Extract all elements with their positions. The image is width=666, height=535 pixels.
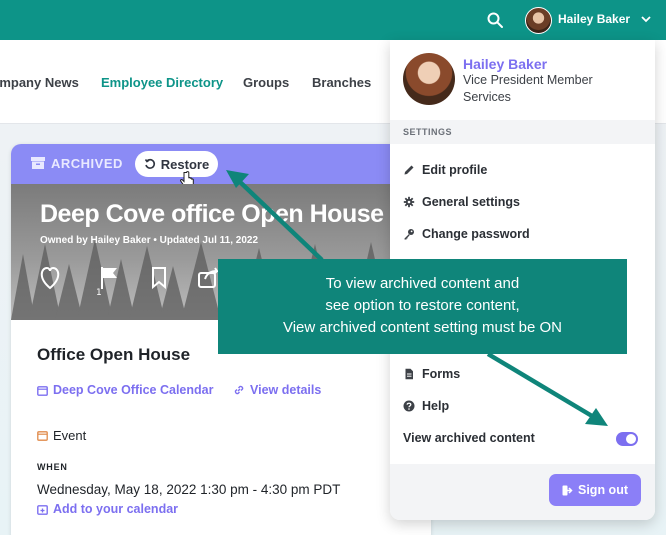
calendar-link-label: Deep Cove Office Calendar — [53, 383, 214, 397]
event-title: Office Open House — [37, 345, 191, 364]
menu-item-view-archived: View archived content — [403, 431, 535, 445]
profile-role: Vice President Member Services — [463, 73, 593, 104]
flag-icon[interactable] — [101, 267, 117, 289]
toggle-knob — [626, 434, 636, 444]
menu-item-label: Edit profile — [422, 163, 488, 177]
gear-icon — [403, 196, 415, 208]
heart-icon[interactable] — [40, 266, 60, 290]
user-menu-name[interactable]: Hailey Baker — [558, 12, 630, 26]
view-details-link[interactable]: View details — [233, 383, 321, 397]
calendar-icon — [37, 431, 48, 441]
avatar[interactable] — [525, 7, 552, 34]
restore-icon — [144, 158, 155, 169]
key-icon — [404, 229, 414, 240]
menu-item-label: View archived content — [403, 431, 535, 445]
view-archived-toggle[interactable] — [616, 432, 638, 446]
nav-item-employee-directory[interactable]: Employee Directory — [101, 75, 223, 90]
callout-line-2: see option to restore content, — [325, 297, 520, 314]
sign-out-icon — [562, 485, 573, 495]
calendar-add-icon — [37, 504, 48, 515]
dropdown-footer: Sign out — [390, 464, 655, 520]
add-to-calendar-label: Add to your calendar — [53, 502, 179, 516]
avatar — [403, 53, 455, 105]
share-icon[interactable] — [198, 267, 219, 288]
banner-actions — [40, 266, 219, 290]
calendar-icon — [37, 385, 48, 396]
banner-owner: Owned by Hailey Baker • Updated Jul 11, … — [40, 235, 259, 246]
pencil-icon — [404, 165, 414, 175]
menu-item-general-settings[interactable]: General settings — [403, 195, 520, 209]
menu-item-edit-profile[interactable]: Edit profile — [403, 163, 487, 177]
search-icon[interactable] — [486, 11, 504, 29]
restore-button[interactable]: Restore — [135, 151, 218, 177]
calendar-link[interactable]: Deep Cove Office Calendar — [37, 383, 213, 397]
sign-out-label: Sign out — [578, 483, 628, 497]
chevron-down-icon[interactable] — [641, 14, 651, 24]
instruction-callout: To view archived content and see option … — [218, 259, 627, 354]
menu-item-help[interactable]: Help — [403, 399, 449, 413]
profile-name[interactable]: Hailey Baker — [463, 56, 547, 72]
nav-item-groups[interactable]: Groups — [243, 75, 289, 90]
link-icon — [234, 385, 244, 395]
restore-label: Restore — [160, 156, 210, 172]
nav-item-company-news[interactable]: Company News — [0, 75, 79, 90]
bookmark-icon[interactable] — [152, 267, 166, 290]
menu-item-label: Help — [422, 399, 450, 413]
document-icon — [405, 368, 413, 380]
event-type: Event — [37, 428, 86, 443]
archive-icon — [31, 157, 45, 169]
menu-item-label: Change password — [422, 227, 530, 241]
callout-line-1: To view archived content and — [325, 275, 520, 292]
menu-item-label: Forms — [422, 367, 461, 381]
event-type-label: Event — [53, 428, 87, 443]
when-label: WHEN — [37, 462, 68, 472]
top-bar: Hailey Baker — [0, 0, 666, 40]
add-to-calendar-link[interactable]: Add to your calendar — [37, 502, 178, 516]
view-details-label: View details — [250, 383, 322, 397]
callout-line-3: View archived content setting must be ON — [282, 319, 563, 336]
help-icon — [403, 400, 415, 412]
archived-bar: ARCHIVED Restore — [11, 144, 431, 189]
menu-item-change-password[interactable]: Change password — [403, 227, 530, 241]
when-value: Wednesday, May 18, 2022 1:30 pm - 4:30 p… — [37, 482, 341, 497]
nav-item-branches[interactable]: Branches — [312, 75, 371, 90]
menu-item-forms[interactable]: Forms — [403, 367, 460, 381]
sign-out-button[interactable]: Sign out — [549, 474, 641, 506]
settings-header: SETTINGS — [390, 120, 655, 144]
archived-label: ARCHIVED — [51, 156, 123, 171]
flag-count: 1 — [96, 288, 102, 298]
banner-title: Deep Cove office Open House — [40, 200, 384, 228]
menu-item-label: General settings — [422, 195, 520, 209]
